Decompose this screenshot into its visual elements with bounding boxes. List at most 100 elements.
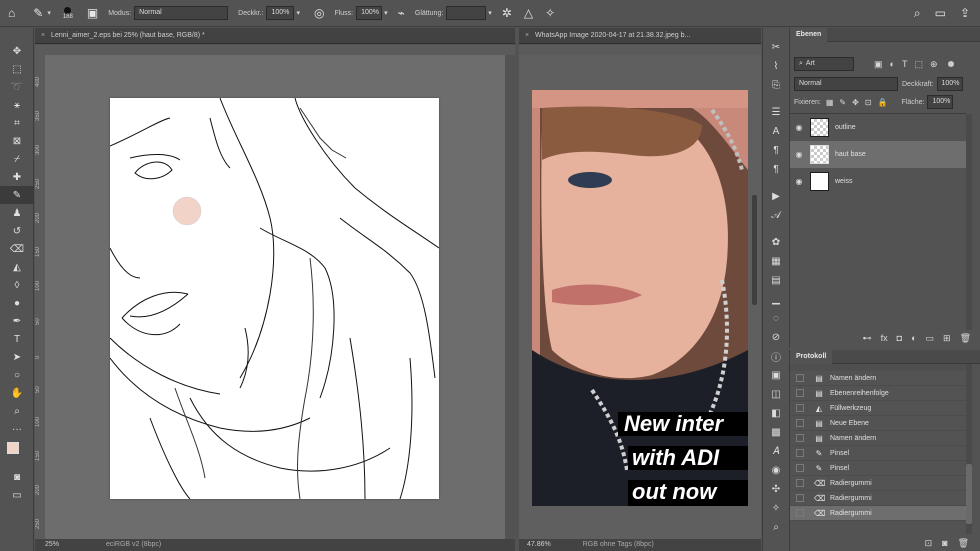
mask-icon[interactable]: ◘ [897, 333, 902, 343]
lock-artboard-icon[interactable]: ⊡ [865, 98, 872, 107]
lasso-tool-icon[interactable]: ➰ [0, 78, 34, 96]
magic-wand-tool-icon[interactable]: ⚹ [0, 96, 34, 114]
history-item[interactable]: ▤ Namen ändern [790, 371, 966, 386]
eye-icon[interactable]: ◉ [790, 123, 808, 132]
histogram-icon[interactable]: ▁ [763, 290, 789, 309]
history-source-box[interactable] [796, 434, 804, 442]
new-layer-icon[interactable]: ⊞ [943, 333, 951, 344]
layers-scrollbar[interactable] [966, 114, 972, 330]
zoom-tool-icon[interactable]: ⌕ [0, 402, 34, 420]
close-icon[interactable]: × [525, 32, 529, 39]
path-selection-tool-icon[interactable]: ➤ [0, 348, 34, 366]
filter-adjust-icon[interactable]: ◐ [890, 59, 895, 69]
marquee-tool-icon[interactable]: ⬚ [0, 60, 34, 78]
3d-icon[interactable]: ✧ [763, 499, 789, 518]
chevron-down-icon[interactable]: ▾ [384, 9, 388, 17]
angle-icon[interactable]: △ [524, 6, 533, 20]
channels-icon[interactable]: ◫ [763, 385, 789, 404]
crop-tool-icon[interactable]: ⌗ [0, 114, 34, 132]
document-tab-right[interactable]: × WhatsApp Image 2020-04-17 at 21.38.32.… [519, 28, 761, 44]
canvas-area-left[interactable] [45, 55, 505, 539]
pressure-opacity-icon[interactable]: ◎ [314, 6, 324, 20]
info-icon[interactable]: ⓘ [763, 347, 789, 366]
vertical-scrollbar[interactable] [752, 195, 757, 305]
photo-image[interactable]: New inter with ADI out now [532, 90, 748, 506]
canvas-area-right[interactable]: New inter with ADI out now [519, 55, 761, 539]
more-tools-icon[interactable]: ··· [0, 420, 34, 438]
foreground-color-swatch[interactable] [7, 442, 19, 454]
layer-row-selected[interactable]: ◉ haut base [790, 141, 966, 168]
brush-tool-icon[interactable]: ✎ [0, 186, 34, 204]
swatches-icon[interactable]: ▦ [763, 252, 789, 271]
history-brush-tool-icon[interactable]: ↺ [0, 222, 34, 240]
link-icon[interactable]: ⊷ [863, 333, 872, 344]
pen-tool-icon[interactable]: ✒ [0, 312, 34, 330]
blend-mode-select[interactable]: Normal [794, 77, 898, 91]
history-item[interactable]: ◭ Füllwerkzeug [790, 401, 966, 416]
workspace-icon[interactable]: ▭ [935, 6, 946, 20]
character-icon[interactable]: A [763, 122, 789, 141]
gradients-icon[interactable]: ▤ [763, 271, 789, 290]
adjustment-layer-icon[interactable]: ◐ [911, 333, 916, 343]
lock-all-icon[interactable]: 🔒 [878, 98, 888, 107]
blur-tool-icon[interactable]: ◊ [0, 276, 34, 294]
eye-icon[interactable]: ◉ [790, 177, 808, 186]
search-icon[interactable]: ⌕ [763, 518, 789, 537]
clone-source-icon[interactable]: ⎘ [763, 76, 789, 95]
history-item[interactable]: ▤ Neue Ebene [790, 416, 966, 431]
airbrush-icon[interactable]: ⌁ [398, 6, 405, 20]
layer-name[interactable]: haut base [835, 151, 866, 158]
history-source-box[interactable] [796, 404, 804, 412]
layer-filter-select[interactable]: ⌕ Art [794, 57, 854, 71]
lock-transparency-icon[interactable]: ▦ [826, 98, 834, 107]
history-source-box[interactable] [796, 509, 804, 517]
eyedropper-tool-icon[interactable]: ⌿ [0, 150, 34, 168]
brush-settings-icon[interactable]: ▣ [87, 6, 98, 20]
color-swatches[interactable] [0, 438, 34, 468]
share-icon[interactable]: ⇪ [960, 6, 970, 20]
ellipse-tool-icon[interactable]: ○ [0, 366, 34, 384]
lightbulb-icon[interactable]: ◌ [763, 309, 789, 328]
tab-history[interactable]: Protokoll [790, 350, 833, 364]
layer-name[interactable]: weiss [835, 178, 853, 185]
quick-mask-icon[interactable]: ◙ [0, 468, 34, 486]
dodge-tool-icon[interactable]: ● [0, 294, 34, 312]
hand-tool-icon[interactable]: ✋ [0, 384, 34, 402]
history-source-box[interactable] [796, 374, 804, 382]
filter-toggle-icon[interactable] [947, 61, 954, 67]
group-folder-icon[interactable]: ▭ [926, 333, 935, 344]
fx-icon[interactable]: fx [881, 333, 888, 343]
brush-preset-picker[interactable]: 188 [63, 6, 73, 20]
flow-input[interactable]: 100% [356, 6, 383, 20]
glyphs-icon[interactable]: ¶ [763, 160, 789, 179]
history-item[interactable]: ⌫ Radiergummi [790, 476, 966, 491]
filter-shape-icon[interactable]: ⬚ [914, 59, 923, 70]
lock-position-icon[interactable]: ✥ [852, 98, 859, 107]
smoothing-input[interactable] [446, 6, 487, 20]
document-tab-left[interactable]: × Lenni_aimer_2.eps bei 25% (haut base, … [35, 28, 515, 44]
layer-name[interactable]: outline [835, 124, 856, 131]
tool-presets-icon[interactable]: ✂ [763, 38, 789, 57]
eraser-tool-icon[interactable]: ⌫ [0, 240, 34, 258]
close-icon[interactable]: × [41, 32, 45, 39]
eye-icon[interactable]: ◉ [790, 150, 808, 159]
history-item[interactable]: ✎ Pinsel [790, 446, 966, 461]
chevron-down-icon[interactable]: ▾ [47, 9, 51, 17]
lock-pixels-icon[interactable]: ✎ [839, 98, 846, 107]
brush-tool-icon[interactable]: ✎ [33, 6, 43, 20]
search-icon[interactable]: ⌕ [914, 6, 921, 21]
camera-snapshot-icon[interactable]: ◙ [942, 538, 947, 548]
history-item-selected[interactable]: ⌫ Radiergummi [790, 506, 966, 521]
play-actions-icon[interactable]: ▶ [763, 187, 789, 206]
vertical-ruler[interactable]: 400 350 300 250 200 150 100 50 0 50 100 150 200 250 [35, 55, 45, 539]
glyph-panel-icon[interactable]: 𝒜 [763, 206, 789, 225]
mode-select[interactable]: Normal [134, 6, 229, 20]
layer-opacity-input[interactable]: 100% [936, 77, 963, 91]
zoom-level[interactable]: 47.86% [527, 541, 551, 548]
filter-type-icon[interactable]: T [902, 59, 908, 69]
horizontal-ruler[interactable] [519, 45, 761, 55]
libraries-icon[interactable]: ◉ [763, 461, 789, 480]
history-source-box[interactable] [796, 449, 804, 457]
gear-icon[interactable]: ✲ [502, 6, 512, 20]
chevron-down-icon[interactable]: ▾ [488, 9, 492, 17]
